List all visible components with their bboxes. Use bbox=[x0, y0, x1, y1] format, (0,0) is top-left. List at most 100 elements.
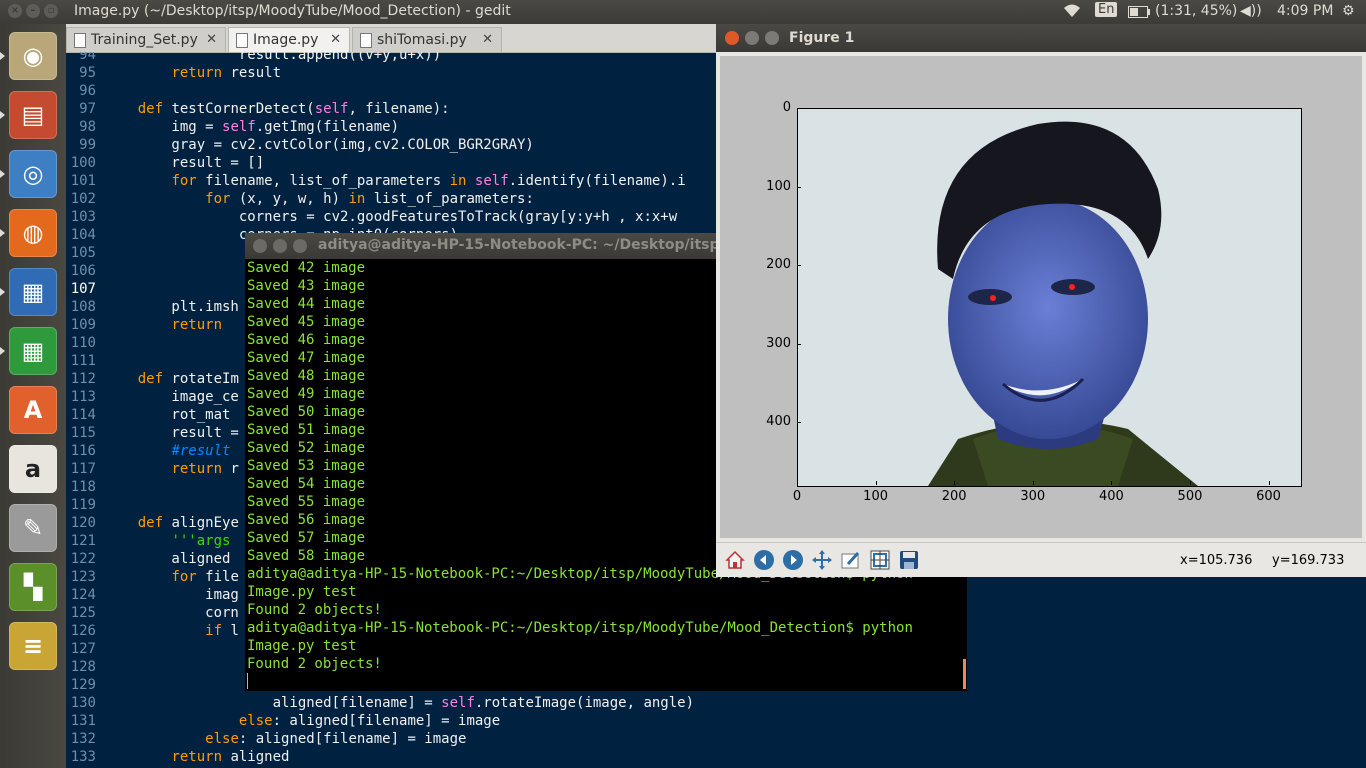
code-token: else bbox=[238, 713, 273, 729]
configure-subplots-icon[interactable] bbox=[867, 547, 893, 573]
code-token: for bbox=[205, 191, 231, 207]
y-tick-label: 400 bbox=[766, 414, 791, 430]
line-number: 124 bbox=[70, 587, 96, 603]
y-tick-label: 100 bbox=[766, 178, 791, 194]
code-line[interactable]: 130 aligned[filename] = self.rotateImage… bbox=[66, 694, 1366, 712]
line-number: 102 bbox=[70, 191, 96, 207]
calc-icon[interactable]: ▦ bbox=[9, 327, 57, 375]
ubuntu-dash-icon[interactable]: ◉ bbox=[9, 32, 57, 80]
close-icon[interactable] bbox=[253, 239, 267, 253]
code-token: corners = cv2.goodFeaturesToTrack(gray[y… bbox=[104, 209, 678, 225]
x-tick-label: 600 bbox=[1256, 489, 1281, 504]
plot-axes[interactable] bbox=[797, 108, 1302, 487]
code-token: aligned[filename] = bbox=[104, 695, 442, 711]
minimize-window-icon[interactable]: – bbox=[26, 4, 40, 18]
code-token: def bbox=[137, 371, 164, 387]
terminal-line: Saved 54 image bbox=[247, 476, 366, 492]
amazon-icon[interactable]: a bbox=[9, 445, 57, 493]
line-number: 132 bbox=[70, 731, 96, 747]
x-tick-label: 500 bbox=[1177, 489, 1203, 504]
minimize-icon[interactable] bbox=[745, 31, 759, 45]
firefox-icon[interactable]: ◍ bbox=[9, 209, 57, 257]
writer-icon[interactable]: ▦ bbox=[9, 268, 57, 316]
clock[interactable]: 4:09 PM bbox=[1277, 3, 1333, 19]
x-tick-mark bbox=[1032, 481, 1034, 485]
code-token: file bbox=[196, 569, 239, 585]
code-line[interactable]: 132 else: aligned[filename] = image bbox=[66, 730, 1366, 748]
software-center-icon[interactable]: A bbox=[9, 386, 57, 434]
zoom-icon[interactable] bbox=[838, 547, 864, 573]
line-number: 109 bbox=[70, 317, 96, 333]
settings-gear-icon[interactable]: ⚙ bbox=[1342, 3, 1355, 19]
code-token: rotateIm bbox=[163, 371, 239, 387]
plot-canvas[interactable]: 0 100 200 300 400 500 600 0 100 200 300 400 bbox=[720, 56, 1362, 538]
x-tick-label: 400 bbox=[1098, 489, 1124, 504]
files-icon[interactable]: ▤ bbox=[9, 91, 57, 139]
tab-label: Training_Set.py bbox=[91, 32, 198, 48]
terminal-scrollbar[interactable] bbox=[963, 659, 966, 689]
running-indicator bbox=[0, 52, 5, 60]
terminal-line: Saved 50 image bbox=[247, 404, 366, 420]
home-icon[interactable] bbox=[722, 547, 748, 573]
volume-icon[interactable]: ◀)) bbox=[1240, 3, 1262, 19]
code-token: def bbox=[137, 515, 164, 531]
chromium-icon[interactable]: ◎ bbox=[9, 150, 57, 198]
tab-training-set[interactable]: Training_Set.py ✕ bbox=[66, 27, 226, 52]
pan-icon[interactable] bbox=[809, 547, 835, 573]
maximize-icon[interactable] bbox=[293, 239, 307, 253]
line-number: 128 bbox=[70, 659, 96, 675]
forward-icon[interactable] bbox=[780, 547, 806, 573]
code-line[interactable]: 133 return aligned bbox=[66, 748, 1366, 766]
system-settings-icon[interactable]: ✎ bbox=[9, 504, 57, 552]
line-number: 131 bbox=[70, 713, 96, 729]
terminal-line: Saved 45 image bbox=[247, 314, 366, 330]
terminal-line: Saved 56 image bbox=[247, 512, 366, 528]
battery-icon[interactable] bbox=[1128, 6, 1150, 22]
code-token: : aligned[filename] = image bbox=[272, 713, 501, 729]
save-icon[interactable] bbox=[896, 547, 922, 573]
terminal-line: Saved 57 image bbox=[247, 530, 366, 546]
code-token: , filename): bbox=[348, 101, 450, 117]
running-indicator bbox=[0, 288, 5, 296]
tab-shitomasi[interactable]: shiTomasi.py ✕ bbox=[352, 27, 502, 52]
line-number: 94 bbox=[79, 52, 96, 63]
line-number: 121 bbox=[70, 533, 96, 549]
back-icon[interactable] bbox=[751, 547, 777, 573]
code-token: #result bbox=[171, 443, 231, 459]
close-window-icon[interactable]: × bbox=[8, 4, 22, 18]
code-line[interactable]: 131 else: aligned[filename] = image bbox=[66, 712, 1366, 730]
tab-image[interactable]: Image.py ✕ bbox=[228, 27, 350, 52]
keyboard-layout[interactable]: En bbox=[1095, 2, 1118, 17]
terminal-line: Saved 42 image bbox=[247, 260, 366, 276]
code-token: in bbox=[348, 191, 366, 207]
maximize-icon[interactable] bbox=[765, 31, 779, 45]
terminal-line: Saved 51 image bbox=[247, 422, 366, 438]
line-number: 112 bbox=[70, 371, 96, 387]
close-tab-icon[interactable]: ✕ bbox=[330, 28, 341, 52]
wifi-icon[interactable] bbox=[1062, 3, 1082, 23]
line-number: 104 bbox=[70, 227, 96, 243]
battery-status[interactable]: (1:31, 45%) bbox=[1155, 3, 1237, 19]
code-token: imag bbox=[104, 587, 239, 603]
minimize-icon[interactable] bbox=[273, 239, 287, 253]
figure-titlebar: Figure 1 bbox=[716, 24, 1366, 52]
corner-point-marker bbox=[989, 294, 996, 301]
terminal-line: Saved 47 image bbox=[247, 350, 366, 366]
code-token: rot_mat bbox=[104, 407, 231, 423]
close-tab-icon[interactable]: ✕ bbox=[482, 28, 493, 52]
restore-window-icon[interactable]: ▫ bbox=[44, 4, 58, 18]
app-grid-icon[interactable]: ▚ bbox=[9, 563, 57, 611]
terminal-line: aditya@aditya-HP-15-Notebook-PC:~/Deskto… bbox=[247, 620, 913, 636]
stacked-apps-icon[interactable]: ≡ bbox=[9, 622, 57, 670]
line-number: 108 bbox=[70, 299, 96, 315]
close-tab-icon[interactable]: ✕ bbox=[206, 28, 217, 52]
y-tick-label: 200 bbox=[766, 257, 791, 273]
close-icon[interactable] bbox=[725, 31, 739, 45]
x-tick-mark bbox=[1111, 481, 1113, 485]
